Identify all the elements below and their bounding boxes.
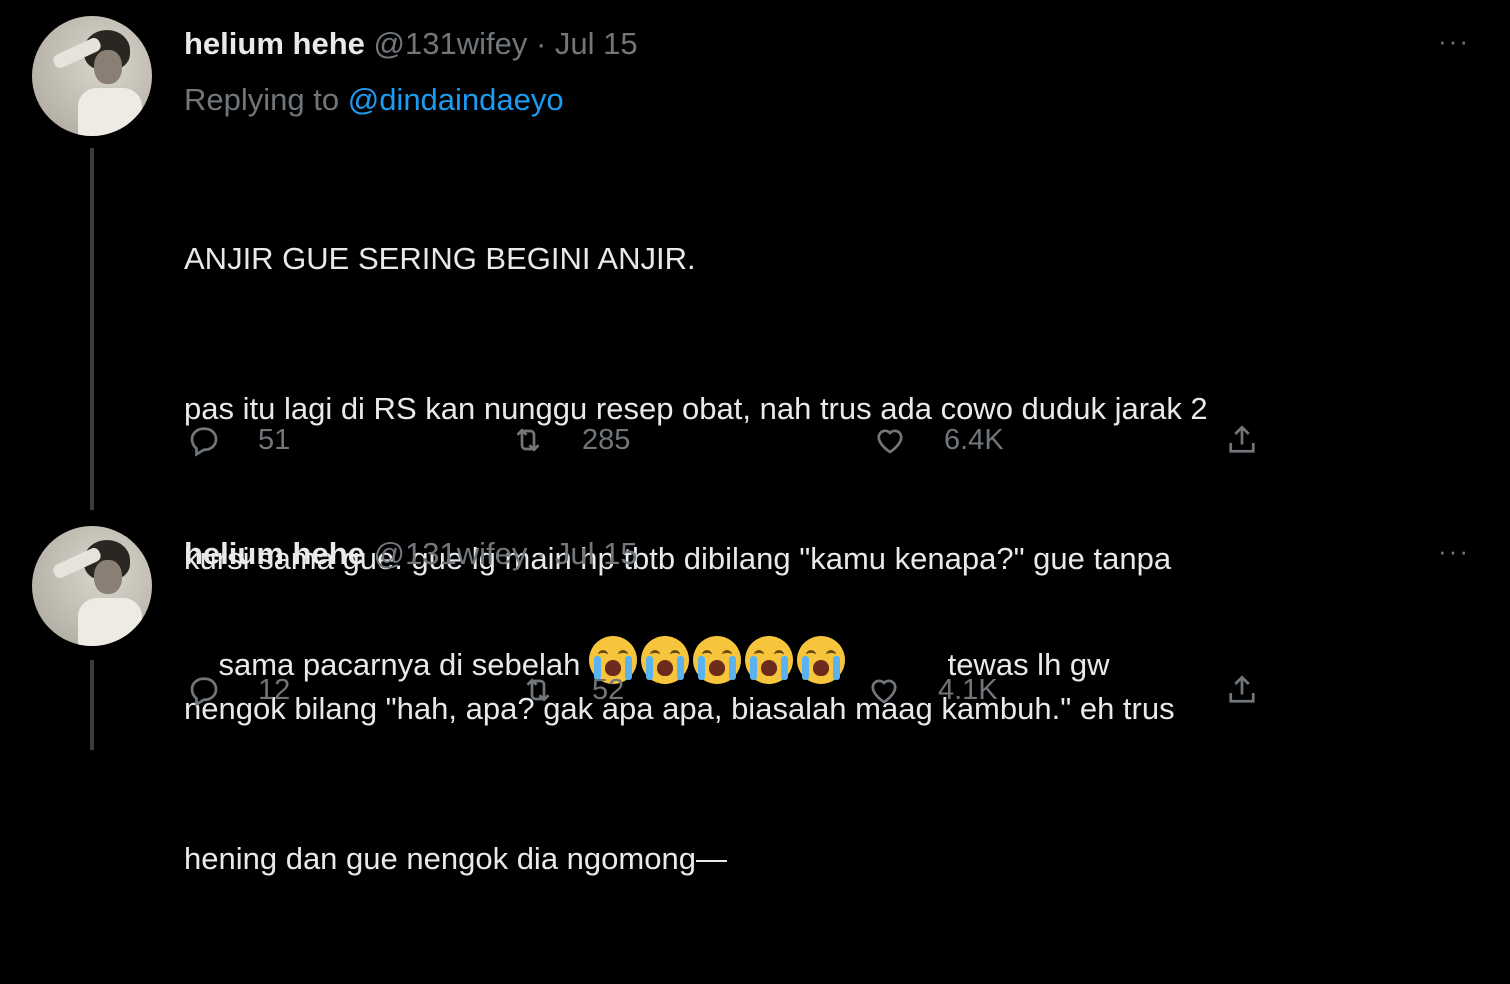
like-button[interactable]: 4.1K xyxy=(866,670,998,710)
tweet-date[interactable]: Jul 15 xyxy=(555,536,638,571)
tweet-text-line: ANJIR GUE SERING BEGINI ANJIR. xyxy=(184,241,696,276)
reply-count: 51 xyxy=(258,423,291,456)
tweet-actions: 51 285 6.4K xyxy=(186,420,1286,460)
replying-label: Replying to xyxy=(184,82,348,117)
like-button[interactable]: 6.4K xyxy=(872,420,1004,460)
reply-icon xyxy=(190,427,218,457)
display-name[interactable]: helium hehe xyxy=(184,536,365,571)
heart-icon xyxy=(871,679,897,704)
heart-icon xyxy=(877,429,903,454)
separator-dot: · xyxy=(535,26,547,61)
share-icon xyxy=(1229,675,1255,703)
share-button[interactable] xyxy=(1224,670,1296,710)
user-handle[interactable]: @131wifey xyxy=(374,26,528,61)
display-name[interactable]: helium hehe xyxy=(184,26,365,61)
tweet-text-line: hening dan gue nengok dia ngomong— xyxy=(184,841,727,876)
share-icon xyxy=(1229,425,1255,453)
tweet[interactable]: helium hehe @131wifey · Jul 15 ··· sama … xyxy=(0,510,1510,778)
reply-button[interactable]: 12 xyxy=(186,670,290,710)
tweet-header: helium hehe @131wifey · Jul 15 xyxy=(184,534,638,574)
retweet-count: 285 xyxy=(582,423,631,456)
more-options-icon[interactable]: ··· xyxy=(1438,536,1470,567)
avatar[interactable] xyxy=(32,526,152,646)
user-handle[interactable]: @131wifey xyxy=(374,536,528,571)
tweet-actions: 12 52 4.1K xyxy=(186,670,1286,710)
more-options-icon[interactable]: ··· xyxy=(1438,26,1470,57)
like-count: 6.4K xyxy=(944,423,1004,456)
tweet-date[interactable]: Jul 15 xyxy=(555,26,638,61)
replying-to: Replying to @dindaindaeyo xyxy=(184,80,564,120)
retweet-icon xyxy=(526,678,550,702)
reply-count: 12 xyxy=(258,673,291,706)
like-count: 4.1K xyxy=(938,673,998,706)
separator-dot: · xyxy=(535,536,547,571)
retweet-count: 52 xyxy=(592,673,625,706)
tweet[interactable]: helium hehe @131wifey · Jul 15 ··· Reply… xyxy=(0,0,1510,876)
retweet-icon xyxy=(516,428,540,452)
share-button[interactable] xyxy=(1224,420,1296,460)
retweet-button[interactable]: 52 xyxy=(520,670,624,710)
mention-link[interactable]: @dindaindaeyo xyxy=(348,82,564,117)
avatar[interactable] xyxy=(32,16,152,136)
reply-button[interactable]: 51 xyxy=(186,420,290,460)
retweet-button[interactable]: 285 xyxy=(510,420,630,460)
tweet-text: sama pacarnya di sebelah tewas lh gw xyxy=(184,586,1110,740)
reply-icon xyxy=(190,677,218,707)
tweet-header: helium hehe @131wifey · Jul 15 xyxy=(184,24,638,64)
